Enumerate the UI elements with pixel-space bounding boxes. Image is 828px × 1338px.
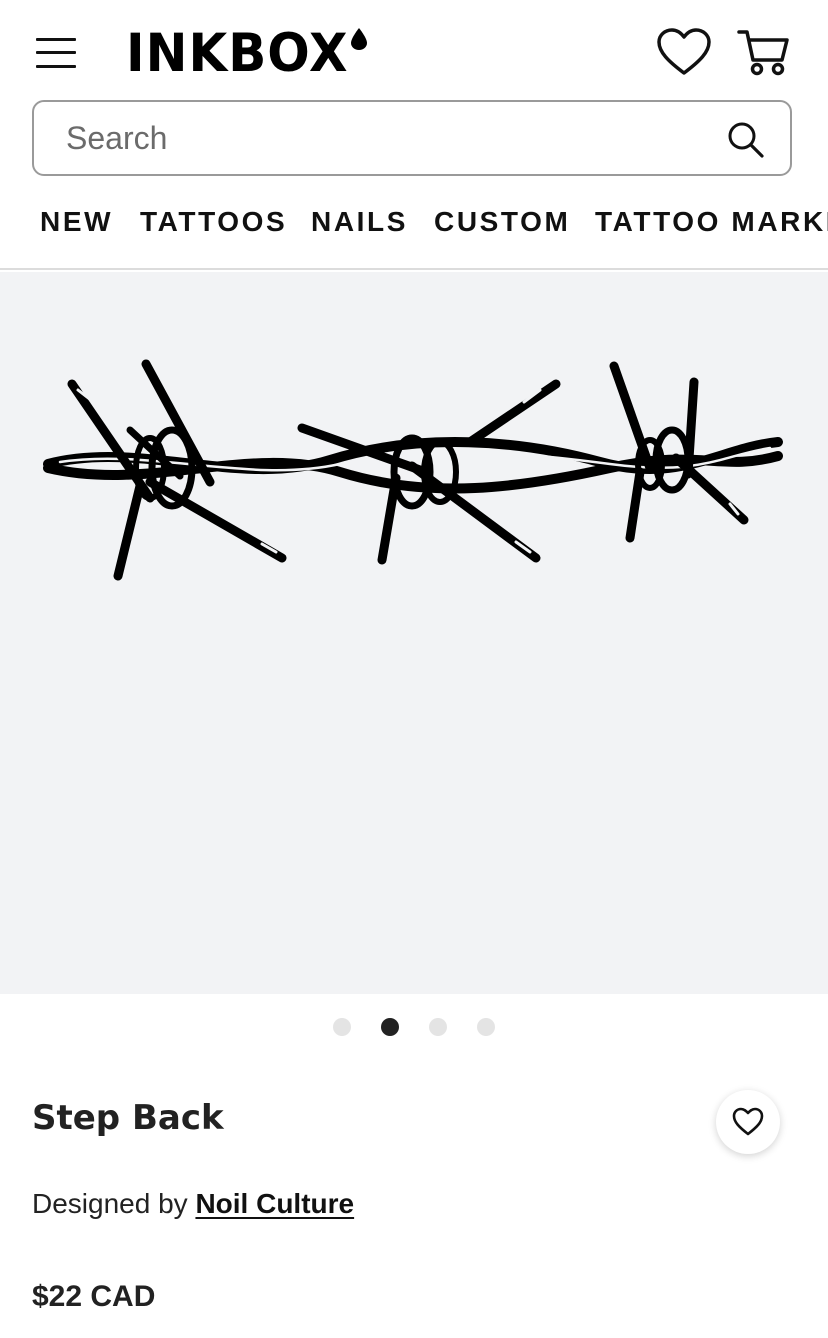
menu-bar bbox=[36, 65, 76, 68]
nav-item-new[interactable]: NEW bbox=[40, 206, 113, 238]
search-button[interactable] bbox=[726, 120, 766, 160]
gallery-dot[interactable] bbox=[333, 1018, 351, 1036]
inkbox-logo[interactable]: INKBOX bbox=[126, 22, 367, 84]
designed-by-label: Designed by bbox=[32, 1188, 188, 1219]
favorite-button[interactable] bbox=[716, 1090, 780, 1154]
menu-bar bbox=[36, 38, 76, 41]
top-header: INKBOX bbox=[0, 0, 828, 100]
gallery-dot-active[interactable] bbox=[381, 1018, 399, 1036]
designer-link[interactable]: Noil Culture bbox=[195, 1188, 354, 1219]
search-icon bbox=[728, 122, 764, 158]
ink-drop-icon bbox=[350, 28, 367, 50]
nav-item-custom[interactable]: CUSTOM bbox=[434, 206, 570, 238]
product-title: Step Back bbox=[32, 1098, 224, 1138]
search-bar bbox=[32, 100, 792, 176]
nav-item-tattoos[interactable]: TATTOOS bbox=[140, 206, 287, 238]
gallery-dot[interactable] bbox=[429, 1018, 447, 1036]
gallery-dot[interactable] bbox=[477, 1018, 495, 1036]
product-image-gallery[interactable] bbox=[0, 272, 828, 994]
wishlist-button[interactable] bbox=[656, 27, 712, 77]
heart-outline-icon bbox=[732, 1107, 764, 1136]
category-nav: NEW TATTOOS NAILS CUSTOM TATTOO MARKETPL… bbox=[0, 196, 828, 270]
search-input[interactable] bbox=[66, 102, 706, 174]
shopping-cart-icon bbox=[737, 30, 789, 76]
nav-item-tattoo-marketplace[interactable]: TATTOO MARKETPLACE bbox=[595, 206, 828, 238]
designer-credit: Designed by Noil Culture bbox=[32, 1188, 354, 1220]
logo-wordmark: INKBOX bbox=[126, 22, 349, 84]
product-price: $22 CAD bbox=[32, 1280, 156, 1313]
menu-button[interactable] bbox=[34, 34, 78, 72]
gallery-pagination bbox=[0, 1014, 828, 1040]
nav-item-nails[interactable]: NAILS bbox=[311, 206, 408, 238]
heart-outline-icon bbox=[657, 28, 711, 75]
barbed-wire-tattoo-image bbox=[43, 359, 783, 581]
menu-bar bbox=[36, 51, 76, 54]
cart-button[interactable] bbox=[736, 26, 792, 78]
